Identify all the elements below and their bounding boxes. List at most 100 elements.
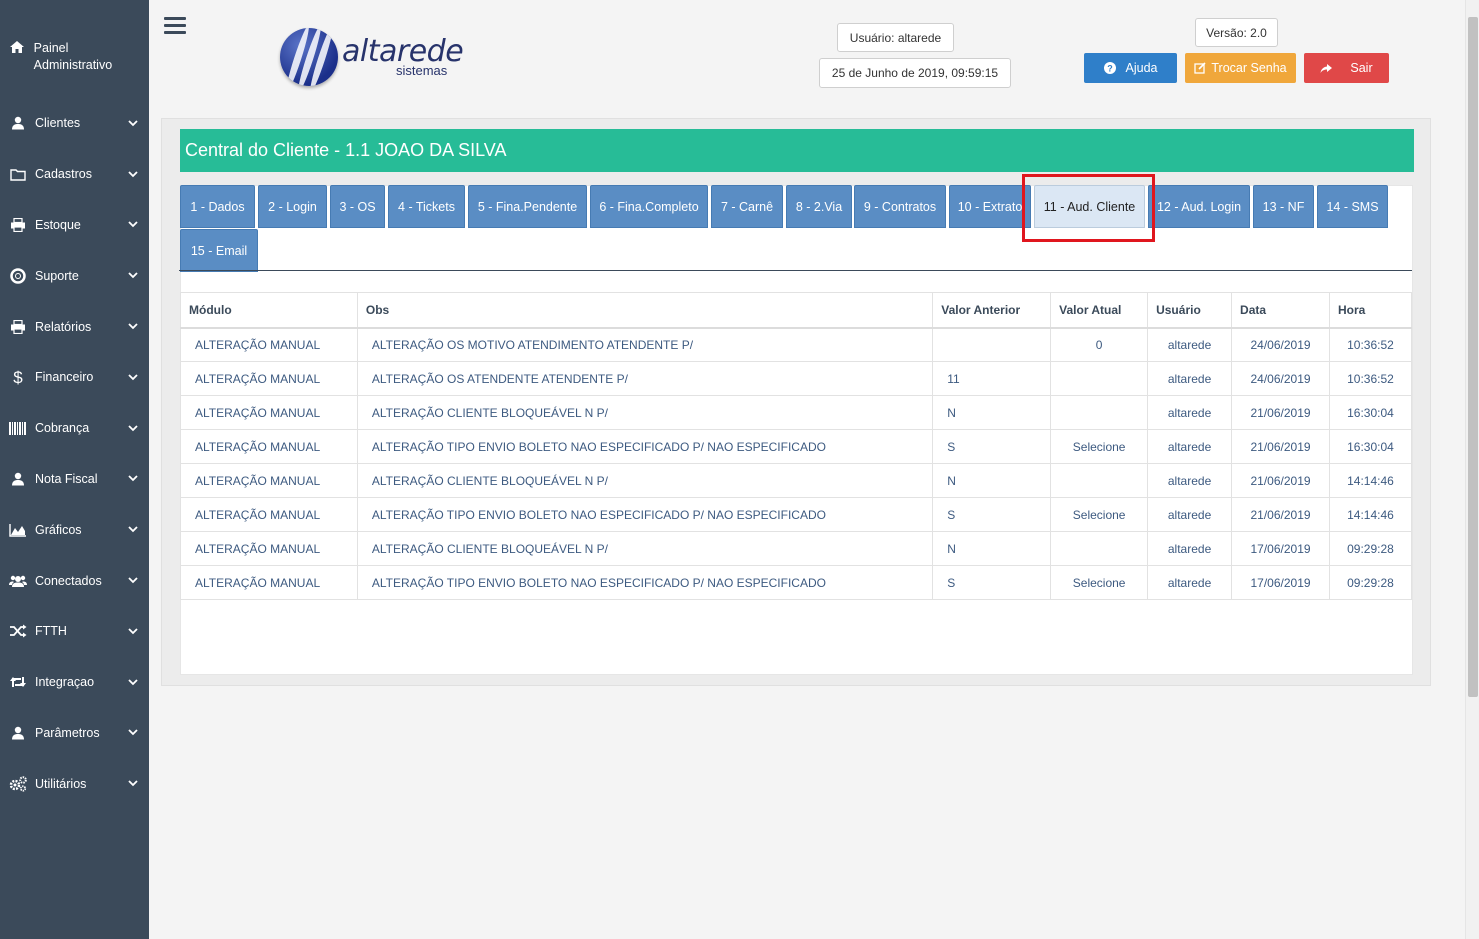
sidebar-item-cadastros[interactable]: Cadastros bbox=[0, 149, 149, 200]
tab-2[interactable]: 2 - Login bbox=[258, 185, 327, 228]
chevron-down-icon bbox=[126, 425, 140, 432]
sidebar-item-relatorios[interactable]: Relatórios bbox=[0, 301, 149, 352]
table-cell: 14:14:46 bbox=[1328, 463, 1413, 498]
tab-7[interactable]: 7 - Carnê bbox=[711, 185, 783, 228]
table-cell bbox=[1050, 463, 1149, 498]
col-header-valor-atual[interactable]: Valor Atual bbox=[1050, 292, 1149, 329]
table-cell: ALTERAÇÃO OS MOTIVO ATENDIMENTO ATENDENT… bbox=[356, 327, 934, 362]
table-cell: N bbox=[932, 463, 1052, 498]
tab-15[interactable]: 15 - Email bbox=[180, 229, 258, 272]
logout-button[interactable]: Sair bbox=[1304, 53, 1389, 83]
tab-12[interactable]: 12 - Aud. Login bbox=[1148, 185, 1250, 228]
menu-toggle-icon[interactable] bbox=[164, 17, 186, 37]
table-cell: ALTERAÇÃO CLIENTE BLOQUEÁVEL N P/ bbox=[356, 531, 934, 566]
col-header-modulo[interactable]: Módulo bbox=[180, 292, 358, 329]
tab-3[interactable]: 3 - OS bbox=[330, 185, 385, 228]
table-cell: 09:29:28 bbox=[1328, 531, 1413, 566]
users-icon bbox=[9, 573, 27, 589]
sidebar-item-ftth[interactable]: FTTH bbox=[0, 606, 149, 657]
sidebar-item-nota-fiscal[interactable]: Nota Fiscal bbox=[0, 454, 149, 505]
barcode-icon bbox=[9, 420, 27, 436]
table-cell: S bbox=[932, 497, 1052, 532]
sidebar-item-parametros[interactable]: Parâmetros bbox=[0, 708, 149, 759]
table-cell: 17/06/2019 bbox=[1231, 565, 1330, 600]
table-cell: ALTERAÇÃO MANUAL bbox=[180, 429, 358, 464]
tab-14[interactable]: 14 - SMS bbox=[1317, 185, 1388, 228]
tab-11[interactable]: 11 - Aud. Cliente bbox=[1034, 185, 1145, 228]
change-password-label: Trocar Senha bbox=[1211, 61, 1287, 75]
sidebar-home[interactable]: Painel Administrativo bbox=[0, 0, 149, 98]
sidebar: Painel Administrativo Clientes Cadastros E… bbox=[0, 0, 149, 939]
sidebar-item-suporte[interactable]: Suporte bbox=[0, 250, 149, 301]
logo-sub: sistemas bbox=[396, 63, 448, 78]
tab-8[interactable]: 8 - 2.Via bbox=[786, 185, 852, 228]
chevron-down-icon bbox=[126, 374, 140, 381]
user-icon bbox=[9, 725, 27, 741]
table-cell: 24/06/2019 bbox=[1231, 361, 1330, 396]
table-row: ALTERAÇÃO MANUAL ALTERAÇÃO TIPO ENVIO BOL… bbox=[180, 497, 1413, 532]
table-cell: altarede bbox=[1147, 395, 1233, 430]
table-cell bbox=[932, 327, 1052, 362]
table-cell: ALTERAÇÃO CLIENTE BLOQUEÁVEL N P/ bbox=[356, 395, 934, 430]
table-cell: Selecione bbox=[1050, 497, 1149, 532]
col-header-usuario[interactable]: Usuário bbox=[1147, 292, 1233, 329]
help-button[interactable]: ? Ajuda bbox=[1084, 53, 1177, 83]
table-cell: 24/06/2019 bbox=[1231, 327, 1330, 362]
table-row: ALTERAÇÃO MANUAL ALTERAÇÃO CLIENTE BLOQUE… bbox=[180, 531, 1413, 566]
col-header-hora[interactable]: Hora bbox=[1328, 292, 1413, 329]
page-title: Central do Cliente - 1.1 JOAO DA SILVA bbox=[180, 129, 1414, 172]
edit-icon bbox=[1194, 62, 1206, 74]
tab-6[interactable]: 6 - Fina.Completo bbox=[590, 185, 708, 228]
table-cell: ALTERAÇÃO CLIENTE BLOQUEÁVEL N P/ bbox=[356, 463, 934, 498]
sidebar-item-financeiro[interactable]: $ Financeiro bbox=[0, 352, 149, 403]
col-header-data[interactable]: Data bbox=[1231, 292, 1330, 329]
chevron-down-icon bbox=[126, 323, 140, 330]
table-cell: altarede bbox=[1147, 497, 1233, 532]
table-cell: altarede bbox=[1147, 429, 1233, 464]
table-cell: altarede bbox=[1147, 463, 1233, 498]
tab-divider bbox=[179, 270, 1412, 271]
sidebar-item-clientes[interactable]: Clientes bbox=[0, 98, 149, 149]
chevron-down-icon bbox=[126, 577, 140, 584]
table-cell: ALTERAÇÃO MANUAL bbox=[180, 565, 358, 600]
table-cell bbox=[1050, 361, 1149, 396]
sidebar-item-conectados[interactable]: Conectados bbox=[0, 555, 149, 606]
table-cell: N bbox=[932, 531, 1052, 566]
table-cell: 10:36:52 bbox=[1328, 327, 1413, 362]
sidebar-item-label: FTTH bbox=[35, 624, 67, 639]
sidebar-item-label: Financeiro bbox=[35, 370, 94, 385]
help-label: Ajuda bbox=[1125, 61, 1158, 75]
col-header-valor-anterior[interactable]: Valor Anterior bbox=[932, 292, 1052, 329]
table-cell: Selecione bbox=[1050, 565, 1149, 600]
col-header-obs[interactable]: Obs bbox=[356, 292, 934, 329]
sidebar-item-label: Nota Fiscal bbox=[35, 471, 98, 486]
change-password-button[interactable]: Trocar Senha bbox=[1185, 53, 1296, 83]
user-badge: Usuário: altarede bbox=[837, 23, 954, 52]
table-cell: ALTERAÇÃO MANUAL bbox=[180, 395, 358, 430]
sidebar-item-graficos[interactable]: Gráficos bbox=[0, 504, 149, 555]
tab-1[interactable]: 1 - Dados bbox=[180, 185, 255, 228]
table-cell: ALTERAÇÃO MANUAL bbox=[180, 497, 358, 532]
tab-13[interactable]: 13 - NF bbox=[1253, 185, 1314, 228]
user-icon bbox=[9, 115, 27, 131]
table-cell: 16:30:04 bbox=[1328, 429, 1413, 464]
chevron-down-icon bbox=[126, 120, 140, 127]
sidebar-item-estoque[interactable]: Estoque bbox=[0, 200, 149, 251]
share-icon bbox=[1320, 63, 1333, 74]
sidebar-item-utilitarios[interactable]: Utilitários bbox=[0, 758, 149, 809]
audit-table: Módulo Obs Valor Anterior Valor Atual Us… bbox=[180, 292, 1413, 600]
tab-5[interactable]: 5 - Fina.Pendente bbox=[468, 185, 587, 228]
tab-10[interactable]: 10 - Extrato bbox=[949, 185, 1031, 228]
tab-9[interactable]: 9 - Contratos bbox=[854, 185, 946, 228]
vertical-scrollbar[interactable] bbox=[1465, 0, 1479, 939]
sidebar-item-integracao[interactable]: Integraçao bbox=[0, 657, 149, 708]
table-cell: ALTERAÇÃO MANUAL bbox=[180, 463, 358, 498]
retweet-icon bbox=[9, 674, 27, 690]
table-cell: ALTERAÇÃO MANUAL bbox=[180, 327, 358, 362]
table-cell: ALTERAÇÃO TIPO ENVIO BOLETO NAO ESPECIFI… bbox=[356, 565, 934, 600]
logo-globe bbox=[280, 28, 338, 86]
sidebar-item-cobranca[interactable]: Cobrança bbox=[0, 403, 149, 454]
tab-4[interactable]: 4 - Tickets bbox=[388, 185, 465, 228]
chevron-down-icon bbox=[126, 526, 140, 533]
scrollbar-thumb[interactable] bbox=[1468, 17, 1478, 697]
